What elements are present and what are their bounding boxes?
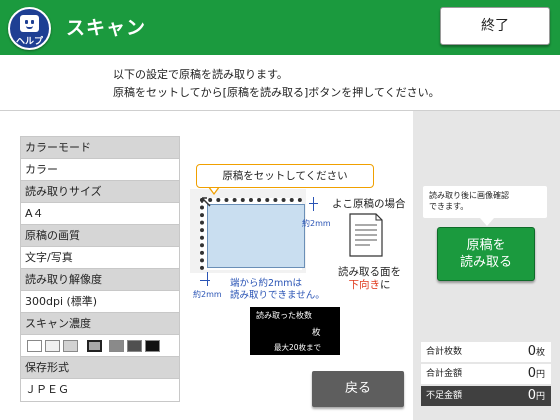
document-on-glass xyxy=(207,204,305,268)
total-sheets-row: 合計枚数 0枚 xyxy=(421,342,551,362)
help-label: ヘルプ xyxy=(15,37,43,47)
instruction-band: 以下の設定で原稿を読み取ります。 原稿をセットしてから[原稿を読み取る]ボタンを… xyxy=(0,55,560,111)
read-side-line-2: 下向きに xyxy=(338,279,401,292)
shortfall-label: 不足金額 xyxy=(426,391,463,401)
page-title: スキャン xyxy=(66,17,147,39)
margin-left-tick xyxy=(207,272,208,286)
settings-panel: カラーモード カラー 読み取りサイズ A４ 原稿の画質 文字/写真 読み取り解像… xyxy=(20,136,180,402)
preview-tip-tail xyxy=(480,218,494,226)
counter-label: 読み取った枚数 xyxy=(256,311,312,320)
counter-max-note: 最大20枚まで xyxy=(274,343,322,352)
margin-top-marker xyxy=(313,197,314,211)
instruction-line-1: 以下の設定で原稿を読み取ります。 xyxy=(113,68,288,81)
total-amount-row: 合計金額 0円 xyxy=(421,364,551,384)
density-label: スキャン濃度 xyxy=(21,313,179,335)
help-face-icon xyxy=(20,15,39,32)
color-mode-value: カラー xyxy=(21,159,179,181)
image-quality-value: 文字/写真 xyxy=(21,247,179,269)
image-quality-label: 原稿の画質 xyxy=(21,225,179,247)
density-level-3 xyxy=(63,340,78,352)
close-button[interactable]: 終了 xyxy=(440,7,550,45)
place-document-callout: 原稿をセットしてください xyxy=(196,164,374,188)
help-mouth xyxy=(26,26,33,29)
face-down-text: 下向き xyxy=(348,279,381,291)
header-bar: ヘルプ スキャン 終了 xyxy=(0,0,560,55)
scan-counter: 読み取った枚数 枚 最大20枚まで xyxy=(250,307,340,355)
density-level-7 xyxy=(145,340,160,352)
corner-arrow-icon xyxy=(201,197,211,207)
instruction-line-2: 原稿をセットしてから[原稿を読み取る]ボタンを押してください。 xyxy=(113,86,440,99)
margin-note-line-2: 読み取りできません。 xyxy=(230,290,325,301)
landscape-label: よこ原稿の場合 xyxy=(332,198,406,210)
preview-tip-line-1: 読み取り後に画像確認 xyxy=(429,191,509,200)
margin-top-label: 約2mm xyxy=(302,219,331,228)
read-button-line-1: 原稿を xyxy=(466,238,506,253)
total-amount-value-group: 0円 xyxy=(528,364,545,385)
margin-note-line-1: 端から約2mmは xyxy=(230,278,303,289)
read-side-line-1: 読み取る面を xyxy=(338,266,401,278)
margin-left-marker xyxy=(200,280,210,281)
total-sheets-value: 0 xyxy=(527,344,536,359)
file-format-label: 保存形式 xyxy=(21,357,179,379)
shortfall-value: 0 xyxy=(527,388,536,403)
back-button[interactable]: 戻る xyxy=(312,371,404,407)
read-document-button[interactable]: 原稿を 読み取る xyxy=(437,227,535,281)
total-sheets-value-group: 0枚 xyxy=(528,342,545,363)
total-sheets-unit: 枚 xyxy=(535,348,545,358)
shortfall-row: 不足金額 0円 xyxy=(421,386,551,406)
margin-note: 端から約2mmは 読み取りできません。 xyxy=(230,278,325,302)
total-amount-value: 0 xyxy=(527,366,536,381)
read-button-line-2: 読み取る xyxy=(459,255,512,270)
preview-tip: 読み取り後に画像確認 できます。 xyxy=(423,186,547,218)
scan-size-value: A４ xyxy=(21,203,179,225)
density-level-6 xyxy=(127,340,142,352)
color-mode-label: カラーモード xyxy=(21,137,179,159)
preview-tip-line-2: できます。 xyxy=(429,202,469,211)
margin-top-tick xyxy=(309,203,318,204)
read-side-suffix: に xyxy=(380,279,391,291)
density-scale xyxy=(21,335,179,357)
resolution-value: 300dpi (標準) xyxy=(21,291,179,313)
total-amount-unit: 円 xyxy=(535,370,545,380)
margin-left-label: 約2mm xyxy=(193,290,222,299)
file-format-value: ＪＰＥＧ xyxy=(21,379,179,401)
density-level-5 xyxy=(109,340,124,352)
help-eye-left xyxy=(25,20,28,24)
read-side-instruction: 読み取る面を 下向きに xyxy=(338,266,401,292)
total-sheets-label: 合計枚数 xyxy=(426,347,463,357)
shortfall-value-group: 0円 xyxy=(528,386,545,407)
density-level-1 xyxy=(27,340,42,352)
help-button[interactable]: ヘルプ xyxy=(8,7,51,50)
landscape-document-icon xyxy=(349,213,383,257)
help-eye-right xyxy=(31,20,34,24)
shortfall-unit: 円 xyxy=(535,392,545,402)
density-level-2 xyxy=(45,340,60,352)
density-level-4 xyxy=(87,340,102,352)
resolution-label: 読み取り解像度 xyxy=(21,269,179,291)
scan-size-label: 読み取りサイズ xyxy=(21,181,179,203)
total-amount-label: 合計金額 xyxy=(426,369,463,379)
counter-unit: 枚 xyxy=(312,328,321,338)
